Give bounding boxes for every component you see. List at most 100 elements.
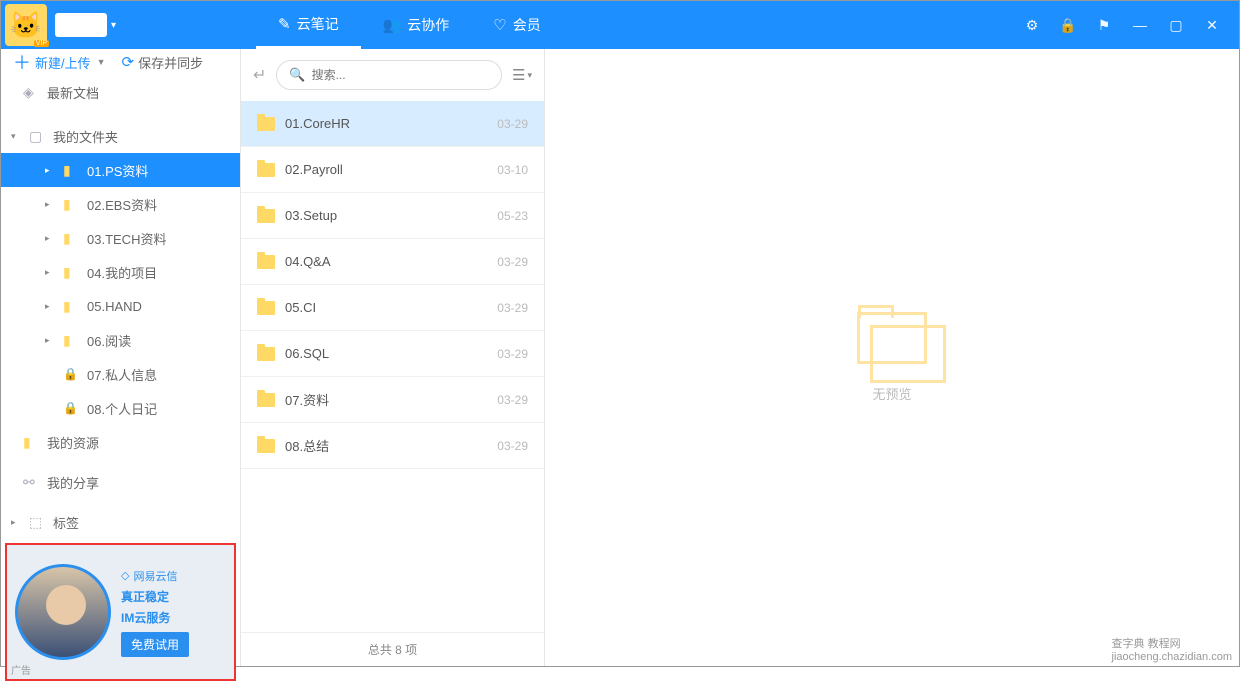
tree-item[interactable]: ▸ ▮ 06.阅读 bbox=[1, 323, 240, 357]
chevron-down-icon[interactable]: ▾ bbox=[111, 20, 116, 31]
file-date: 05-23 bbox=[497, 209, 528, 223]
tree-item-label: 06.阅读 bbox=[87, 331, 131, 350]
maximize-icon[interactable]: ▢ bbox=[1167, 16, 1185, 34]
folder-icon: ▮ bbox=[63, 196, 79, 213]
tree-item-label: 01.PS资料 bbox=[87, 161, 148, 180]
file-name: 08.总结 bbox=[285, 436, 487, 455]
lock-icon: 🔒 bbox=[63, 367, 79, 381]
tree-item[interactable]: 🔒 08.个人日记 bbox=[1, 391, 240, 425]
settings-icon[interactable]: ⚙ bbox=[1023, 16, 1041, 34]
file-row[interactable]: 08.总结 03-29 bbox=[241, 423, 544, 469]
folder-icon: ▮ bbox=[63, 332, 79, 349]
file-list-panel: ↵ 🔍 ☰▾ 01.CoreHR03-2902.Payroll03-1003.S… bbox=[241, 49, 545, 666]
watermark: 查字典 教程网 jiaocheng.chazidian.com bbox=[1112, 635, 1232, 663]
avatar[interactable]: VIP bbox=[1, 1, 51, 49]
chevron-right-icon: ▸ bbox=[45, 199, 55, 210]
file-date: 03-29 bbox=[497, 439, 528, 453]
search-icon: 🔍 bbox=[289, 67, 305, 83]
file-name: 04.Q&A bbox=[285, 254, 487, 269]
my-folders-label: 我的文件夹 bbox=[53, 127, 118, 146]
my-resources-label: 我的资源 bbox=[47, 433, 99, 452]
tab-label: 云笔记 bbox=[297, 14, 339, 34]
tab-label: 会员 bbox=[513, 15, 541, 35]
file-row[interactable]: 06.SQL 03-29 bbox=[241, 331, 544, 377]
ad-banner[interactable]: ◇网易云信 真正稳定 IM云服务 免费试用 广告 bbox=[5, 543, 236, 681]
new-upload-button[interactable]: ＋ 新建/上传 ▼ bbox=[13, 49, 106, 75]
chevron-down-icon: ▾ bbox=[11, 131, 21, 142]
ad-cta-button[interactable]: 免费试用 bbox=[121, 632, 189, 657]
file-row[interactable]: 04.Q&A 03-29 bbox=[241, 239, 544, 285]
tree-item[interactable]: ▸ ▮ 05.HAND bbox=[1, 289, 240, 323]
lock-icon: 🔒 bbox=[63, 401, 79, 415]
folder-icon bbox=[257, 163, 275, 177]
empty-folder-icon bbox=[857, 312, 927, 364]
file-row[interactable]: 03.Setup 05-23 bbox=[241, 193, 544, 239]
tab-云笔记[interactable]: ✎ 云笔记 bbox=[256, 1, 361, 49]
main-tabs: ✎ 云笔记 👥云协作 ♡ 会员 bbox=[256, 1, 563, 49]
tree-item[interactable]: ▸▮03.TECH资料 bbox=[1, 221, 240, 255]
chevron-right-icon: ▸ bbox=[45, 301, 55, 312]
sidebar-item-recent[interactable]: ◈ 最新文档 bbox=[1, 75, 240, 109]
vip-badge: VIP bbox=[34, 40, 49, 47]
file-date: 03-29 bbox=[497, 347, 528, 361]
folder-icon bbox=[257, 301, 275, 315]
search-input[interactable] bbox=[312, 68, 489, 82]
file-date: 03-29 bbox=[497, 255, 528, 269]
tab-云协作[interactable]: 👥云协作 bbox=[361, 1, 472, 49]
recent-label: 最新文档 bbox=[47, 83, 99, 102]
file-date: 03-29 bbox=[497, 117, 528, 131]
sidebar-item-my-shares[interactable]: ⚯ 我的分享 bbox=[1, 465, 240, 499]
folder-icon: ▮ bbox=[63, 298, 79, 315]
tag-icon: ⬚ bbox=[29, 514, 45, 531]
file-name: 01.CoreHR bbox=[285, 116, 487, 131]
file-row[interactable]: 07.资料03-29 bbox=[241, 377, 544, 423]
file-name: 03.Setup bbox=[285, 208, 487, 223]
tree-item[interactable]: ▸▮01.PS资料 bbox=[1, 153, 240, 187]
sidebar-item-my-resources[interactable]: ▮ 我的资源 bbox=[1, 425, 240, 459]
search-box[interactable]: 🔍 bbox=[276, 60, 502, 90]
tab-icon: ♡ bbox=[493, 16, 506, 34]
back-icon[interactable]: ↵ bbox=[253, 65, 266, 85]
share-icon: ⚯ bbox=[23, 474, 39, 491]
sync-icon: ⟳ bbox=[122, 53, 135, 71]
folder-icon: ▢ bbox=[29, 128, 45, 145]
window-controls: ⚙ 🔒 ⚑ — ▢ ✕ bbox=[1023, 16, 1239, 34]
tab-label: 云协作 bbox=[407, 15, 449, 35]
folder-icon: ▮ bbox=[63, 230, 79, 247]
file-name: 05.CI bbox=[285, 300, 487, 315]
my-shares-label: 我的分享 bbox=[47, 473, 99, 492]
feedback-icon[interactable]: ⚑ bbox=[1095, 16, 1113, 34]
folder-icon bbox=[257, 439, 275, 453]
sync-label: 保存并同步 bbox=[138, 53, 203, 72]
tree-item-label: 05.HAND bbox=[87, 299, 142, 314]
lock-icon[interactable]: 🔒 bbox=[1059, 16, 1077, 34]
ad-line2: IM云服务 bbox=[121, 609, 189, 626]
tab-icon: ✎ bbox=[278, 15, 291, 33]
file-name: 07.资料 bbox=[285, 390, 487, 409]
chevron-right-icon: ▸ bbox=[45, 267, 55, 278]
tab-会员[interactable]: ♡ 会员 bbox=[471, 1, 562, 49]
minimize-icon[interactable]: — bbox=[1131, 16, 1149, 34]
file-row[interactable]: 01.CoreHR 03-29 bbox=[241, 101, 544, 147]
tree-item[interactable]: ▸▮02.EBS资料 bbox=[1, 187, 240, 221]
tree-item-label: 08.个人日记 bbox=[87, 399, 157, 418]
folder-icon: ▮ bbox=[23, 434, 39, 451]
sidebar-item-my-folders[interactable]: ▾ ▢ 我的文件夹 bbox=[1, 119, 240, 153]
sidebar: ＋ 新建/上传 ▼ ⟳ 保存并同步 ◈ 最新文档 ▾ ▢ 我的文件夹 ▸▮01.… bbox=[1, 49, 241, 666]
preview-panel: 无预览 bbox=[545, 49, 1239, 666]
user-dropdown[interactable] bbox=[55, 13, 107, 37]
chevron-right-icon: ▸ bbox=[45, 165, 55, 176]
tree-item[interactable]: 🔒07.私人信息 bbox=[1, 357, 240, 391]
sync-button[interactable]: ⟳ 保存并同步 bbox=[122, 53, 204, 72]
new-label: 新建/上传 bbox=[35, 53, 91, 72]
sidebar-item-tags[interactable]: ▸ ⬚ 标签 bbox=[1, 505, 240, 539]
plus-icon: ＋ bbox=[13, 49, 31, 75]
tree-item[interactable]: ▸▮04.我的项目 bbox=[1, 255, 240, 289]
sort-button[interactable]: ☰▾ bbox=[512, 66, 532, 84]
close-icon[interactable]: ✕ bbox=[1203, 16, 1221, 34]
chevron-right-icon: ▸ bbox=[45, 335, 55, 346]
file-list-toolbar: ↵ 🔍 ☰▾ bbox=[241, 49, 544, 101]
file-name: 06.SQL bbox=[285, 346, 487, 361]
file-row[interactable]: 02.Payroll03-10 bbox=[241, 147, 544, 193]
file-row[interactable]: 05.CI03-29 bbox=[241, 285, 544, 331]
